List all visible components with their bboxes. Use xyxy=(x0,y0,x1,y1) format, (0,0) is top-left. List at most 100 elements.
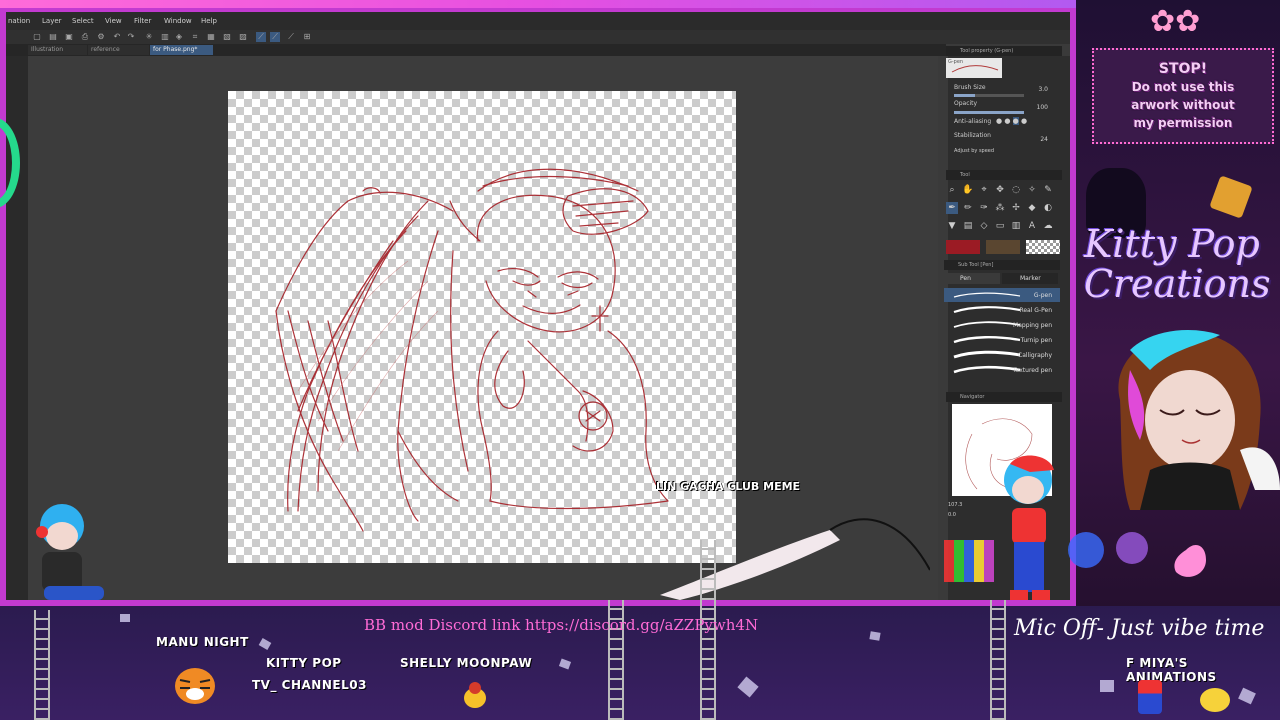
figure-icon[interactable]: ◇ xyxy=(978,220,990,232)
viewer-name-manu-night: MANU NIGHT xyxy=(156,635,249,649)
sub-tool-calligraphy[interactable]: Calligraphy xyxy=(944,348,1060,362)
overlay-top-strip xyxy=(0,0,1076,8)
zoom-tool-icon[interactable]: ⌕ xyxy=(946,184,958,196)
viewer-name-shelly-moonpaw: SHELLY MOONPAW xyxy=(400,656,533,670)
snap-ruler-icon[interactable]: ⟋ xyxy=(256,32,266,42)
main-color-swatch[interactable] xyxy=(946,240,980,254)
balloon-icon[interactable]: ☁ xyxy=(1042,220,1054,232)
viewer-name-kitty-pop: KITTY POP xyxy=(266,656,342,670)
stop-line-3: my permission xyxy=(1133,116,1233,130)
meme-overlay-label: LIN GACHA CLUB MEME xyxy=(656,480,801,493)
ladder-decoration xyxy=(34,610,50,720)
invert-icon[interactable]: ▨ xyxy=(238,32,248,42)
crop-icon[interactable]: ⌗ xyxy=(190,32,200,42)
menu-bar: nation Layer Select View Filter Window H… xyxy=(6,12,1070,30)
sub-tool-panel: Sub Tool [Pen] Pen Marker G-pen Real G-P… xyxy=(942,260,1062,390)
brush-size-label: Brush Size xyxy=(954,84,986,91)
menu-item-help[interactable]: Help xyxy=(201,17,217,25)
tab-marker[interactable]: Marker xyxy=(1002,273,1058,284)
sub-tool-textured-pen[interactable]: Textured pen xyxy=(944,363,1060,377)
brush-preview: G-pen xyxy=(946,58,1002,78)
galaxy-cat-emotes xyxy=(1056,520,1216,590)
decoration-icon[interactable]: ✢ xyxy=(1010,202,1022,214)
opacity-value[interactable]: 100 xyxy=(1037,104,1048,111)
navigator-zoom-value[interactable]: 107.3 xyxy=(948,502,962,508)
opacity-slider[interactable] xyxy=(954,111,1024,114)
adjust-by-speed-label[interactable]: Adjust by speed xyxy=(954,148,994,154)
auto-select-icon[interactable]: ✧ xyxy=(1026,184,1038,196)
menu-item-animation[interactable]: nation xyxy=(8,17,30,25)
tab-pen[interactable]: Pen xyxy=(944,273,1000,284)
eraser-icon[interactable]: ◆ xyxy=(1026,202,1038,214)
eyedropper-icon[interactable]: ✎ xyxy=(1042,184,1054,196)
sub-color-swatch[interactable] xyxy=(986,240,1020,254)
color-set-palette[interactable] xyxy=(944,540,994,582)
command-bar: ▢ ▤ ▣ ⎙ ⚙ ↶ ↷ ✳ ▥ ◈ ⌗ ▦ ▧ ▨ ⟋ ⟋ ⟋ ⊞ xyxy=(6,30,1070,44)
pen-tool-icon[interactable]: ✒ xyxy=(946,202,958,214)
frame-icon[interactable]: ▭ xyxy=(994,220,1006,232)
tool-property-title: Tool property (G-pen) xyxy=(946,46,1062,56)
tool-property-panel: Tool property (G-pen) G-pen Brush Size 3… xyxy=(944,46,1062,156)
left-character-sprite xyxy=(14,496,114,606)
text-tool-icon[interactable]: A xyxy=(1026,220,1038,232)
tool-panel: Tool ⌕ ✋ ⌖ ✥ ◌ ✧ ✎ ✒ ✏ ✑ ⁂ ✢ ◆ ◐ ▼ ▤ ◇ ▭… xyxy=(944,170,1062,260)
snap-icon[interactable]: ⟋ xyxy=(270,32,280,42)
deselect-icon[interactable]: ▧ xyxy=(222,32,232,42)
ruler-tool-icon[interactable]: ▥ xyxy=(1010,220,1022,232)
tab-for-phase[interactable]: for Phase.png* xyxy=(150,45,213,55)
tool-panel-title: Tool xyxy=(946,170,1062,180)
small-sprite-duck xyxy=(1200,688,1230,712)
redo-icon[interactable]: ↷ xyxy=(126,32,136,42)
undo-icon[interactable]: ↶ xyxy=(112,32,122,42)
menu-item-view[interactable]: View xyxy=(105,17,122,25)
pencil-tool-icon[interactable]: ✏ xyxy=(962,202,974,214)
hand-tool-icon[interactable]: ✋ xyxy=(962,184,974,196)
sub-tool-turnip-pen[interactable]: Turnip pen xyxy=(944,333,1060,347)
save-icon[interactable]: ▣ xyxy=(64,32,74,42)
menu-item-select[interactable]: Select xyxy=(72,17,94,25)
grid-icon[interactable]: ⊞ xyxy=(302,32,312,42)
stabilization-value[interactable]: 24 xyxy=(1040,136,1048,143)
sub-tool-real-g-pen[interactable]: Real G-Pen xyxy=(944,303,1060,317)
sakura-flowers-decoration: ✿✿ xyxy=(1150,4,1201,39)
open-icon[interactable]: ▤ xyxy=(48,32,58,42)
blend-icon[interactable]: ◐ xyxy=(1042,202,1054,214)
fill-tool-icon[interactable]: ▼ xyxy=(946,220,958,232)
navigator-title: Navigator xyxy=(946,392,1062,402)
sub-tool-mapping-pen[interactable]: Mapping pen xyxy=(944,318,1060,332)
gradient-icon[interactable]: ▤ xyxy=(962,220,974,232)
fill-icon[interactable]: ▥ xyxy=(160,32,170,42)
menu-item-filter[interactable]: Filter xyxy=(134,17,151,25)
brush-tool-icon[interactable]: ✑ xyxy=(978,202,990,214)
antialias-options[interactable]: ● ● ● ● xyxy=(996,117,1027,125)
select-all-icon[interactable]: ▦ xyxy=(206,32,216,42)
airbrush-icon[interactable]: ⁂ xyxy=(994,202,1006,214)
stabilization-label: Stabilization xyxy=(954,132,991,139)
navigator-rotation-value[interactable]: 0.0 xyxy=(948,512,956,518)
clear-icon[interactable]: ✳ xyxy=(144,32,154,42)
stop-line-2: arwork without xyxy=(1131,98,1235,112)
transform-icon[interactable]: ◈ xyxy=(174,32,184,42)
vtuber-avatar xyxy=(1090,310,1280,510)
transparent-swatch[interactable] xyxy=(1026,240,1060,254)
ruler-icon[interactable]: ⟋ xyxy=(286,32,296,42)
ladder-decoration xyxy=(990,600,1006,720)
kitty-pop-creations-logo: Kitty Pop Creations xyxy=(1084,222,1271,306)
new-file-icon[interactable]: ▢ xyxy=(32,32,42,42)
brush-size-value[interactable]: 3.0 xyxy=(1038,86,1048,93)
brush-size-slider[interactable] xyxy=(954,94,1024,97)
move-tool-icon[interactable]: ✥ xyxy=(994,184,1006,196)
operation-tool-icon[interactable]: ⌖ xyxy=(978,184,990,196)
tab-reference[interactable]: reference xyxy=(88,45,149,55)
document-tabs: Illustration reference for Phase.png* xyxy=(6,44,946,56)
export-icon[interactable]: ⎙ xyxy=(80,32,90,42)
stop-line-1: Do not use this xyxy=(1131,80,1235,94)
sub-tool-g-pen[interactable]: G-pen xyxy=(944,288,1060,302)
menu-item-layer[interactable]: Layer xyxy=(42,17,62,25)
stream-status-text: Mic Off- Just vibe time xyxy=(1014,616,1265,641)
lasso-tool-icon[interactable]: ◌ xyxy=(1010,184,1022,196)
discord-link-text: BB mod Discord link https://discord.gg/a… xyxy=(364,616,759,634)
settings-icon[interactable]: ⚙ xyxy=(96,32,106,42)
tab-illustration[interactable]: Illustration xyxy=(28,45,87,55)
menu-item-window[interactable]: Window xyxy=(164,17,192,25)
